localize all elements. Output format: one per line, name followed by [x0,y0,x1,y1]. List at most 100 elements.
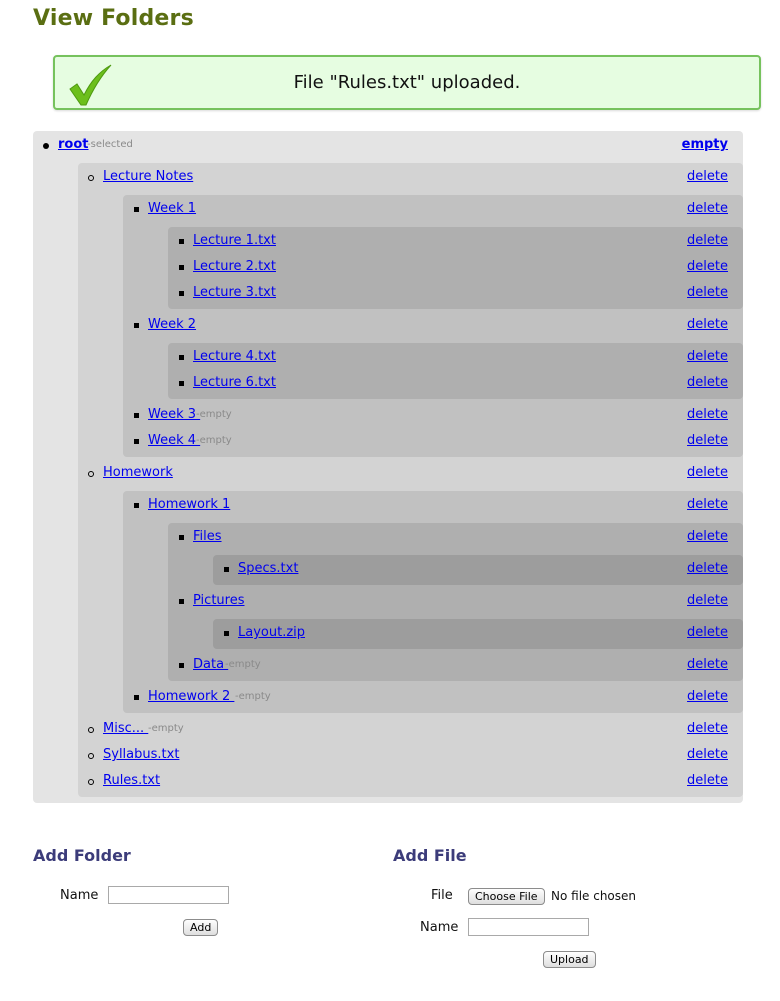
delete-button[interactable]: delete [687,433,728,448]
file-link[interactable]: Rules.txt [103,773,160,788]
empty-button[interactable]: empty [682,137,728,152]
bullet-icon [88,779,94,785]
selected-tag: -selected [87,139,133,150]
add-file-title: Add File [393,846,467,865]
delete-button[interactable]: delete [687,529,728,544]
delete-button[interactable]: delete [687,561,728,576]
folder-link[interactable]: Files [193,529,222,544]
tree-row: Lecture 3.txt delete [168,281,743,307]
file-link[interactable]: Lecture 4.txt [193,349,276,364]
tree-row: Lecture 4.txt delete [168,345,743,371]
folder-link[interactable]: Homework 2 [148,689,234,704]
file-link[interactable]: Lecture 1.txt [193,233,276,248]
tree-row: Week 2 delete [123,313,743,339]
tree-row: Pictures delete [168,589,743,615]
upload-button[interactable]: Upload [543,951,596,968]
delete-button[interactable]: delete [687,201,728,216]
tree-row: Week 3 -empty delete [123,403,743,429]
folder-link[interactable]: Homework [103,465,173,480]
folder-link[interactable]: Pictures [193,593,244,608]
tree-row: Specs.txt delete [213,557,743,583]
file-link[interactable]: Specs.txt [238,561,298,576]
folder-link[interactable]: Data [193,657,228,672]
delete-button[interactable]: delete [687,625,728,640]
delete-button[interactable]: delete [687,259,728,274]
delete-button[interactable]: delete [687,233,728,248]
bullet-icon [134,323,139,328]
bullet-icon [179,355,184,360]
bullet-icon [179,663,184,668]
add-folder-title: Add Folder [33,846,131,865]
tree-row: Layout.zip delete [213,621,743,647]
add-folder-button[interactable]: Add [183,919,219,936]
tree-row: Lecture 2.txt delete [168,255,743,281]
tree-row: Homework 1 delete [123,493,743,519]
tree-row: Homework 2 -empty delete [123,685,743,711]
delete-button[interactable]: delete [687,375,728,390]
empty-tag: -empty [196,435,232,446]
bullet-icon [88,753,94,759]
delete-button[interactable]: delete [687,593,728,608]
folder-tree: root -selected empty Lecture Notes delet… [33,131,743,803]
bullet-icon [179,239,184,244]
file-link[interactable]: Syllabus.txt [103,747,179,762]
file-link[interactable]: Lecture 3.txt [193,285,276,300]
page-title: View Folders [33,6,194,31]
bullet-icon [43,143,49,149]
tree-row: Files delete [168,525,743,551]
file-label: File [431,888,453,903]
folder-link[interactable]: Week 2 [148,317,196,332]
delete-button[interactable]: delete [687,773,728,788]
bullet-icon [88,471,94,477]
bullet-icon [179,291,184,296]
delete-button[interactable]: delete [687,721,728,736]
notice-message: File "Rules.txt" uploaded. [293,72,521,93]
folder-link[interactable]: Week 4 [148,433,200,448]
folder-link[interactable]: Homework 1 [148,497,230,512]
folder-link[interactable]: Week 1 [148,201,196,216]
delete-button[interactable]: delete [687,689,728,704]
bullet-icon [179,381,184,386]
delete-button[interactable]: delete [687,317,728,332]
file-link[interactable]: Layout.zip [238,625,305,640]
tree-row: Data -empty delete [168,653,743,679]
file-link[interactable]: Lecture 2.txt [193,259,276,274]
file-name-input[interactable] [468,918,589,936]
bullet-icon [134,413,139,418]
bullet-icon [179,535,184,540]
no-file-chosen-text: No file chosen [551,889,637,903]
folder-link-root[interactable]: root [58,137,89,152]
folder-name-input[interactable] [108,886,229,904]
delete-button[interactable]: delete [687,169,728,184]
delete-button[interactable]: delete [687,349,728,364]
tree-row: Lecture Notes delete [78,165,743,191]
folder-link[interactable]: Week 3 [148,407,200,422]
delete-button[interactable]: delete [687,657,728,672]
bullet-icon [224,567,229,572]
upload-success-notice: File "Rules.txt" uploaded. [53,55,761,110]
empty-tag: -empty [235,691,271,702]
delete-button[interactable]: delete [687,407,728,422]
bullet-icon [134,503,139,508]
tree-row: Lecture 1.txt delete [168,229,743,255]
tree-row: Week 4 -empty delete [123,429,743,455]
file-link[interactable]: Lecture 6.txt [193,375,276,390]
folder-link[interactable]: Lecture Notes [103,169,193,184]
bullet-icon [88,727,94,733]
bullet-icon [134,439,139,444]
delete-button[interactable]: delete [687,747,728,762]
choose-file-button[interactable]: Choose File [468,888,545,905]
tree-row: Misc... -empty delete [78,717,743,743]
tree-row: Rules.txt delete [78,769,743,795]
tree-row: Lecture 6.txt delete [168,371,743,397]
bullet-icon [179,265,184,270]
delete-button[interactable]: delete [687,497,728,512]
folder-name-label: Name [60,888,99,903]
empty-tag: -empty [148,723,184,734]
tree-row: Week 1 delete [123,197,743,223]
delete-button[interactable]: delete [687,285,728,300]
delete-button[interactable]: delete [687,465,728,480]
folder-link[interactable]: Misc... [103,721,148,736]
bullet-icon [88,175,94,181]
bullet-icon [134,695,139,700]
